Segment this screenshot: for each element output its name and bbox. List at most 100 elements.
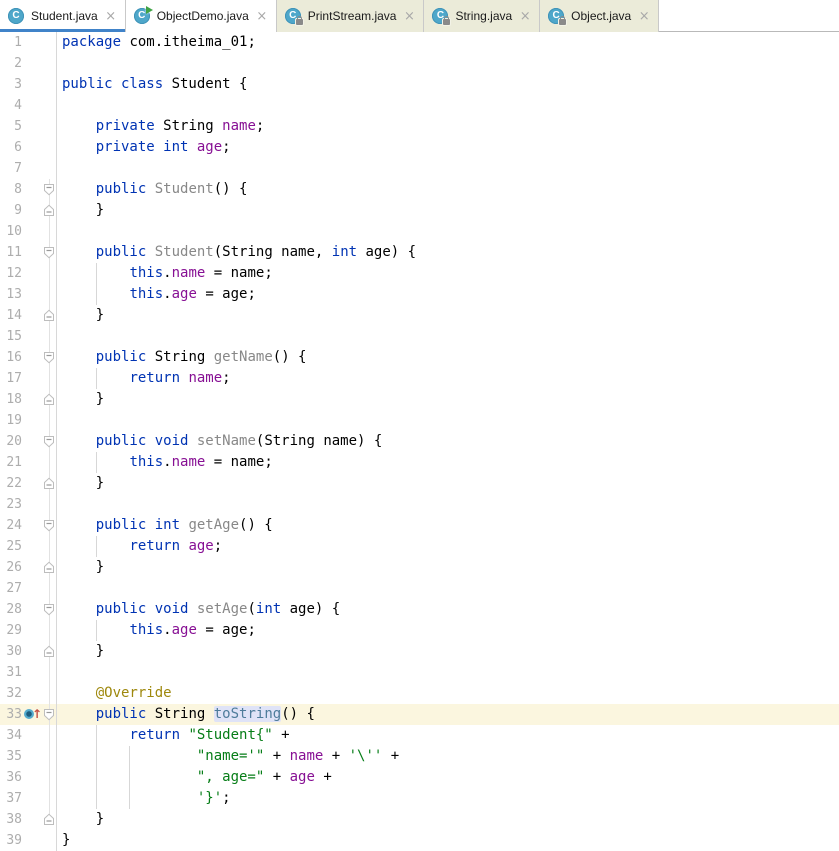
token-str: '\'' bbox=[348, 748, 383, 764]
gutter-icon-zone bbox=[22, 32, 42, 53]
code-text[interactable]: public class Student { bbox=[56, 74, 839, 95]
fold-zone bbox=[42, 536, 56, 557]
tab-student-java[interactable]: C Student.java × bbox=[0, 0, 126, 32]
close-tab-icon[interactable]: × bbox=[638, 10, 650, 23]
gutter-icon-zone bbox=[22, 431, 42, 452]
token-pl: = age; bbox=[196, 286, 256, 302]
token-gm: setName bbox=[196, 433, 256, 449]
code-editor[interactable]: 1 package com.itheima_01; 2 3 public class S… bbox=[0, 32, 839, 851]
fold-collapse-icon[interactable] bbox=[42, 179, 56, 200]
token-fld: age bbox=[289, 769, 315, 785]
code-text[interactable]: } bbox=[56, 830, 839, 851]
token-kw: return bbox=[129, 538, 189, 554]
fold-collapse-icon[interactable] bbox=[42, 515, 56, 536]
code-text[interactable] bbox=[56, 326, 839, 347]
token-kw: public bbox=[95, 181, 155, 197]
code-text[interactable]: this.name = name; bbox=[56, 452, 839, 473]
fold-collapse-icon[interactable] bbox=[42, 704, 56, 725]
code-text[interactable]: this.name = name; bbox=[56, 263, 839, 284]
indent-guide bbox=[95, 725, 97, 746]
code-text[interactable]: ", age=" + age + bbox=[56, 767, 839, 788]
fold-collapse-icon[interactable] bbox=[42, 347, 56, 368]
code-line-27: 27 bbox=[0, 578, 839, 599]
fold-collapse-icon[interactable] bbox=[42, 431, 56, 452]
code-text[interactable]: } bbox=[56, 200, 839, 221]
code-text[interactable]: return "Student{" + bbox=[56, 725, 839, 746]
code-text[interactable]: } bbox=[56, 389, 839, 410]
close-tab-icon[interactable]: × bbox=[256, 10, 268, 23]
fold-collapse-icon[interactable] bbox=[42, 599, 56, 620]
fold-expand-icon[interactable] bbox=[42, 389, 56, 410]
tab-printstream-java[interactable]: C PrintStream.java × bbox=[276, 0, 425, 32]
code-text[interactable]: public Student() { bbox=[56, 179, 839, 200]
lock-overlay-icon bbox=[559, 16, 567, 25]
code-text[interactable]: @Override bbox=[56, 683, 839, 704]
fold-expand-icon[interactable] bbox=[42, 809, 56, 830]
tab-string-java[interactable]: C String.java × bbox=[424, 0, 541, 32]
tab-objectdemo-java[interactable]: C ObjectDemo.java × bbox=[125, 0, 277, 32]
code-text[interactable]: this.age = age; bbox=[56, 620, 839, 641]
code-text[interactable]: '}'; bbox=[56, 788, 839, 809]
token-kw: private int bbox=[95, 139, 197, 155]
fold-zone bbox=[42, 95, 56, 116]
code-text[interactable]: package com.itheima_01; bbox=[56, 32, 839, 53]
code-text[interactable] bbox=[56, 662, 839, 683]
token-kw: public bbox=[95, 349, 155, 365]
code-line-7: 7 bbox=[0, 158, 839, 179]
gutter-icon-zone bbox=[22, 116, 42, 137]
code-text[interactable]: } bbox=[56, 305, 839, 326]
fold-expand-icon[interactable] bbox=[42, 557, 56, 578]
code-text[interactable]: public Student(String name, int age) { bbox=[56, 242, 839, 263]
fold-expand-icon[interactable] bbox=[42, 200, 56, 221]
code-text[interactable]: public void setAge(int age) { bbox=[56, 599, 839, 620]
code-text[interactable]: this.age = age; bbox=[56, 284, 839, 305]
code-text[interactable]: public String toString() { bbox=[56, 704, 839, 725]
fold-expand-icon[interactable] bbox=[42, 641, 56, 662]
code-text[interactable]: private int age; bbox=[56, 137, 839, 158]
token-kw: public void bbox=[95, 433, 197, 449]
code-text[interactable] bbox=[56, 410, 839, 431]
code-line-33: 33 ↑ public String toString() { bbox=[0, 704, 839, 725]
token-kw: this bbox=[129, 286, 164, 302]
code-text[interactable]: return name; bbox=[56, 368, 839, 389]
code-text[interactable] bbox=[56, 578, 839, 599]
override-method-icon[interactable]: ↑ bbox=[24, 708, 42, 720]
code-text[interactable]: } bbox=[56, 473, 839, 494]
code-line-25: 25 return age; bbox=[0, 536, 839, 557]
code-text[interactable]: } bbox=[56, 557, 839, 578]
fold-expand-icon[interactable] bbox=[42, 473, 56, 494]
close-tab-icon[interactable]: × bbox=[519, 10, 531, 23]
code-text[interactable] bbox=[56, 158, 839, 179]
token-pl: + bbox=[264, 748, 290, 764]
code-text[interactable]: return age; bbox=[56, 536, 839, 557]
fold-zone bbox=[42, 494, 56, 515]
code-text[interactable] bbox=[56, 221, 839, 242]
close-tab-icon[interactable]: × bbox=[105, 10, 117, 23]
fold-collapse-icon[interactable] bbox=[42, 242, 56, 263]
tab-object-java[interactable]: C Object.java × bbox=[540, 0, 660, 32]
code-text[interactable]: public String getName() { bbox=[56, 347, 839, 368]
tab-label: Object.java bbox=[571, 9, 632, 23]
close-tab-icon[interactable]: × bbox=[403, 10, 415, 23]
token-pl: } bbox=[62, 307, 105, 323]
line-number: 16 bbox=[6, 350, 22, 365]
token-pl: age) { bbox=[357, 244, 417, 260]
tab-label: ObjectDemo.java bbox=[156, 9, 249, 23]
code-text[interactable] bbox=[56, 53, 839, 74]
code-text[interactable]: "name='" + name + '\'' + bbox=[56, 746, 839, 767]
code-text[interactable]: public void setName(String name) { bbox=[56, 431, 839, 452]
code-text[interactable]: } bbox=[56, 809, 839, 830]
line-number: 9 bbox=[14, 203, 22, 218]
code-text[interactable] bbox=[56, 95, 839, 116]
code-line-18: 18 } bbox=[0, 389, 839, 410]
code-text[interactable]: public int getAge() { bbox=[56, 515, 839, 536]
code-text[interactable]: private String name; bbox=[56, 116, 839, 137]
indent-guide bbox=[95, 284, 97, 305]
fold-zone bbox=[42, 368, 56, 389]
token-pl: ; bbox=[255, 118, 265, 134]
fold-expand-icon[interactable] bbox=[42, 305, 56, 326]
code-text[interactable]: } bbox=[56, 641, 839, 662]
code-text[interactable] bbox=[56, 494, 839, 515]
